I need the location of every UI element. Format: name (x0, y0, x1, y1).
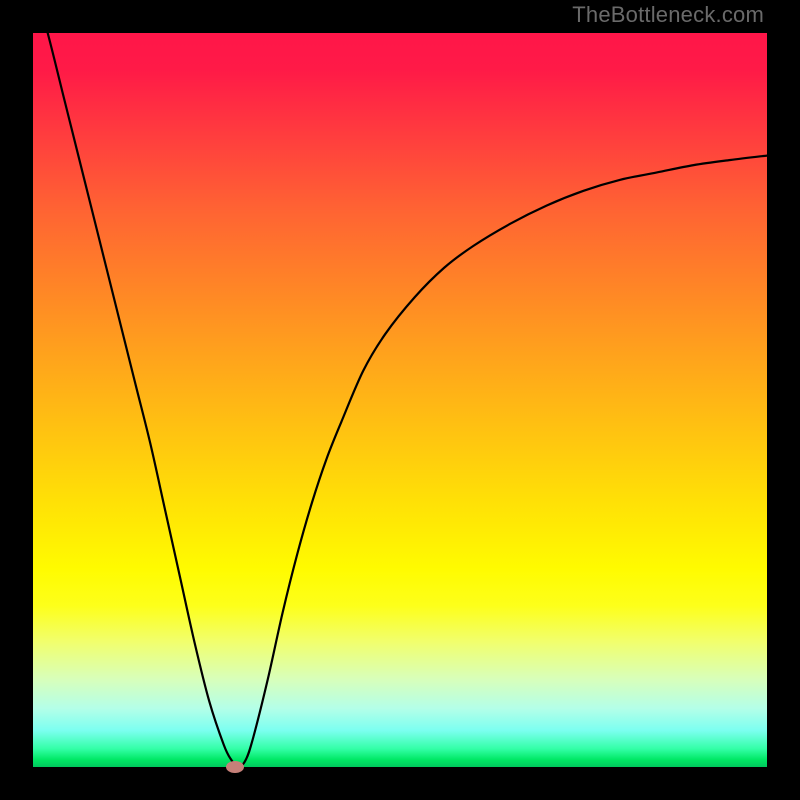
bottleneck-curve (33, 33, 767, 767)
outer-frame: TheBottleneck.com (0, 0, 800, 800)
plot-area (33, 33, 767, 767)
curve-layer (33, 33, 767, 767)
watermark-text: TheBottleneck.com (572, 2, 764, 28)
min-point-marker (226, 761, 244, 773)
